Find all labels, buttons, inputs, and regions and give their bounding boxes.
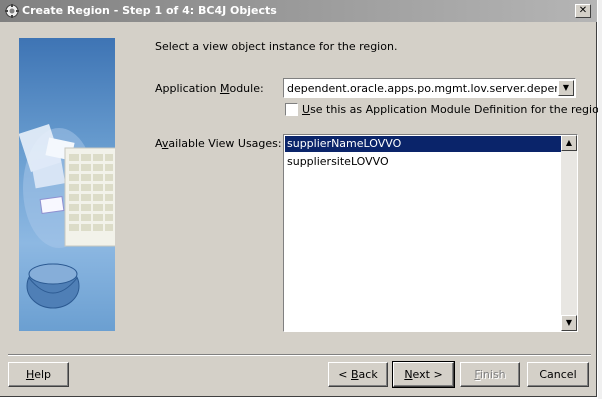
finish-button[interactable]: Finish: [460, 362, 520, 387]
dropdown-arrow-icon[interactable]: ▼: [558, 80, 574, 96]
use-as-definition-label[interactable]: Use this as Application Module Definitio…: [302, 103, 602, 116]
application-module-value: dependent.oracle.apps.po.mgmt.lov.server…: [287, 82, 557, 95]
close-button[interactable]: ✕: [575, 4, 591, 18]
list-item[interactable]: supplierNameLOVVO: [285, 136, 561, 152]
wizard-illustration: [19, 38, 115, 331]
illustration-graphic: [19, 124, 115, 309]
application-module-select[interactable]: dependent.oracle.apps.po.mgmt.lov.server…: [283, 78, 576, 98]
cancel-button[interactable]: Cancel: [527, 362, 589, 387]
title-bar[interactable]: Create Region - Step 1 of 4: BC4J Object…: [0, 0, 597, 22]
view-usages-label: Available View Usages:: [155, 137, 282, 150]
vertical-scrollbar[interactable]: ▲ ▼: [561, 135, 577, 331]
window-title: Create Region - Step 1 of 4: BC4J Object…: [22, 4, 277, 17]
background-window-edge: [598, 0, 602, 399]
next-button[interactable]: Next >: [392, 361, 455, 388]
scroll-down-icon[interactable]: ▼: [561, 315, 577, 331]
instruction-text: Select a view object instance for the re…: [155, 40, 398, 53]
list-item[interactable]: suppliersiteLOVVO: [285, 154, 561, 170]
use-as-definition-checkbox[interactable]: [285, 103, 298, 116]
back-button[interactable]: < Back: [328, 362, 388, 387]
view-usages-list[interactable]: supplierNameLOVVO suppliersiteLOVVO ▲ ▼: [283, 134, 578, 332]
close-icon: ✕: [578, 5, 588, 16]
button-separator: [8, 354, 591, 356]
wizard-icon: [4, 3, 20, 19]
application-module-label: Application Module:: [155, 82, 264, 95]
create-region-dialog: Create Region - Step 1 of 4: BC4J Object…: [0, 0, 602, 397]
help-button[interactable]: Help: [8, 362, 69, 387]
scroll-up-icon[interactable]: ▲: [561, 135, 577, 151]
